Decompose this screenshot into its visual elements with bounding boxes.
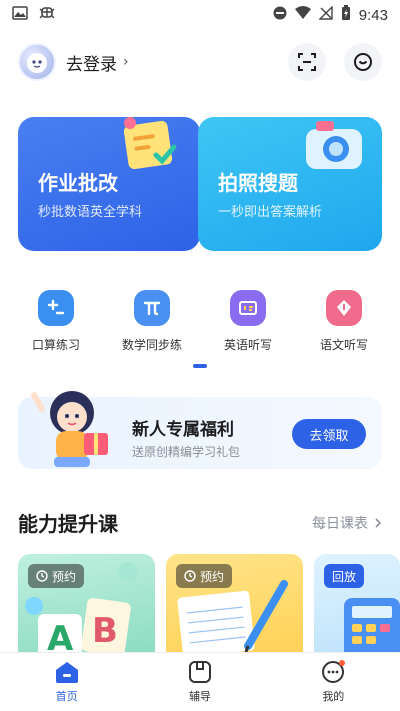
svg-text:B: B — [92, 611, 118, 651]
tutoring-icon — [188, 661, 211, 683]
section-title: 能力提升课 — [18, 512, 118, 536]
reservation-badge: 预约 — [28, 564, 85, 588]
tool-label: 英语听写 — [223, 338, 272, 352]
nav-label: 我的 — [322, 690, 345, 703]
nav-label: 辅导 — [188, 690, 211, 703]
badge-label: 预约 — [52, 569, 77, 584]
tool-math-sync[interactable]: 数学同步练 — [107, 290, 197, 353]
photo-search-title: 拍照搜题 — [218, 171, 298, 195]
tool-label: 口算练习 — [31, 338, 80, 352]
no-signal-icon — [318, 5, 333, 24]
chevron-right-icon: › — [123, 54, 129, 70]
dnd-icon — [273, 6, 287, 24]
reservation-badge: 预约 — [176, 564, 233, 588]
scan-icon — [298, 53, 316, 71]
avatar-mascot-icon — [27, 53, 47, 73]
course-card[interactable]: 回放 — [314, 554, 400, 654]
tool-chinese-dictation[interactable]: 语文听写 — [299, 290, 389, 353]
banner-subtitle: 送原创精编学习礼包 — [132, 445, 241, 459]
quick-tools: 口算练习 数学同步练 英语听写 语文听写 — [0, 290, 400, 353]
daily-schedule-label: 每日课表 — [312, 516, 368, 532]
daily-schedule-link[interactable]: 每日课表 — [312, 513, 382, 533]
plus-minus-icon — [38, 290, 74, 326]
clock-icon — [184, 570, 196, 582]
battery-charging-icon — [341, 5, 351, 25]
carousel-indicator — [193, 364, 207, 368]
message-button[interactable] — [344, 43, 382, 81]
clock-icon — [36, 570, 48, 582]
nav-home[interactable]: 首页 — [27, 660, 107, 704]
tool-label: 数学同步练 — [121, 338, 182, 352]
pi-icon — [134, 290, 170, 326]
badge-label: 回放 — [332, 569, 357, 584]
chinese-dictation-icon — [326, 290, 362, 326]
login-link[interactable]: 去登录 — [66, 50, 117, 75]
svg-text:A: A — [47, 619, 74, 654]
bug-notification-icon — [38, 5, 56, 25]
top-header: 去登录 › — [0, 40, 400, 84]
tool-mental-arithmetic[interactable]: 口算练习 — [11, 290, 101, 353]
sticky-note-icon — [123, 117, 177, 170]
tool-label: 语文听写 — [319, 338, 368, 352]
claim-button[interactable]: 去领取 — [292, 419, 366, 449]
avatar[interactable] — [18, 43, 56, 81]
scan-button[interactable] — [288, 43, 326, 81]
replay-badge: 回放 — [324, 564, 365, 588]
banner-title: 新人专属福利 — [132, 420, 234, 440]
nav-me[interactable]: 我的 — [293, 660, 373, 704]
gallery-notification-icon — [12, 5, 28, 25]
status-bar: 9:43 — [0, 0, 400, 30]
wifi-icon — [294, 6, 311, 24]
homework-correction-card[interactable]: 作业批改 秒批数语英全学科 — [18, 117, 200, 251]
photo-search-card[interactable]: 拍照搜题 一秒即出答案解析 — [198, 117, 382, 251]
clock: 9:43 — [358, 6, 388, 24]
homework-correction-subtitle: 秒批数语英全学科 — [38, 205, 143, 220]
badge-label: 预约 — [200, 569, 225, 584]
course-card[interactable]: 预约 — [166, 554, 303, 654]
newcomer-banner[interactable]: 新人专属福利 送原创精编学习礼包 去领取 — [18, 391, 382, 469]
bottom-nav: 首页 辅导 我的 — [0, 652, 400, 711]
chevron-right-icon — [375, 518, 382, 528]
profile-icon — [322, 660, 346, 683]
homework-correction-title: 作业批改 — [38, 171, 118, 195]
camera-icon — [306, 121, 362, 169]
girl-with-gift-illustration — [31, 391, 108, 467]
course-card[interactable]: A B 预约 — [18, 554, 155, 654]
nav-label: 首页 — [55, 690, 78, 703]
nav-tutoring[interactable]: 辅导 — [160, 660, 240, 704]
tool-english-dictation[interactable]: 英语听写 — [203, 290, 293, 353]
english-card-icon — [230, 290, 266, 326]
photo-search-subtitle: 一秒即出答案解析 — [218, 205, 323, 220]
home-icon — [55, 662, 78, 683]
smile-message-icon — [354, 53, 372, 71]
